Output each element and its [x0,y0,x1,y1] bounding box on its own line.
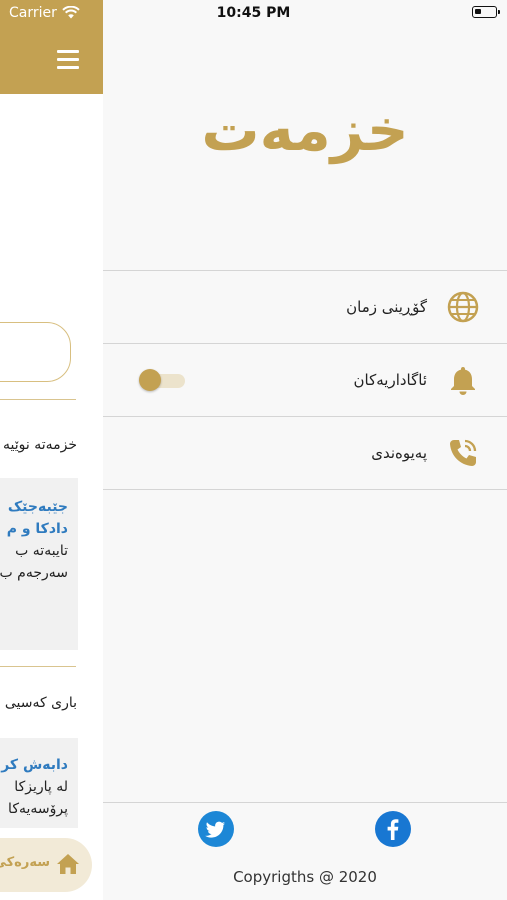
divider [0,666,76,667]
menu-list: گۆڕینی زمان ئاگاداریەکان پەیوەندی [103,270,507,490]
main-page: خزمەتە نوێیە جێبەجێک دادکا و م تایبەتە ب… [0,0,103,900]
twitter-icon[interactable] [198,811,234,847]
section-title-personal: باری کەسیی [4,695,77,711]
home-tab-button[interactable]: سەرەکی [0,838,92,892]
card-title: دادکا و م [6,521,68,537]
notifications-toggle[interactable] [139,369,185,391]
clock: 10:45 PM [216,5,291,21]
card-text: پرۆسەیەکا [8,801,68,817]
card-title: جێبەجێک [7,499,68,515]
card-text: لە پاریزکا [14,779,68,795]
card-text: تایبەتە ب [15,543,68,559]
copyright-text: Copyrigths @ 2020 [233,868,377,886]
service-card[interactable]: دابەش کر لە پاریزکا پرۆسەیەکا [0,738,78,828]
home-tab-label: سەرەکی [0,855,50,870]
globe-icon [447,291,479,323]
home-icon [57,854,79,874]
hamburger-menu-icon[interactable] [57,50,79,69]
search-input[interactable] [0,322,71,382]
app-title: خزمەت [201,96,409,164]
phone-icon [450,439,477,466]
divider [0,399,76,400]
menu-item-label: ئاگاداریەکان [353,371,428,389]
card-title: دابەش کر [1,757,68,773]
card-text: سەرجەم ب [0,565,68,581]
side-menu-drawer: خزمەت گۆڕینی زمان ئاگاداریەکان پەیوەندی … [103,0,507,900]
menu-item-notifications[interactable]: ئاگاداریەکان [103,344,507,417]
bell-icon [451,367,475,395]
facebook-icon[interactable] [375,811,411,847]
service-card[interactable]: جێبەجێک دادکا و م تایبەتە ب سەرجەم ب [0,478,78,650]
status-bar: Carrier 10:45 PM [0,0,507,28]
menu-item-label: گۆڕینی زمان [346,298,427,316]
menu-item-change-language[interactable]: گۆڕینی زمان [103,271,507,344]
drawer-footer: Copyrigths @ 2020 [103,802,507,900]
menu-item-contact[interactable]: پەیوەندی [103,417,507,490]
battery-icon [472,6,500,18]
menu-item-label: پەیوەندی [371,444,427,462]
section-title-new-services: خزمەتە نوێیە [3,437,77,453]
